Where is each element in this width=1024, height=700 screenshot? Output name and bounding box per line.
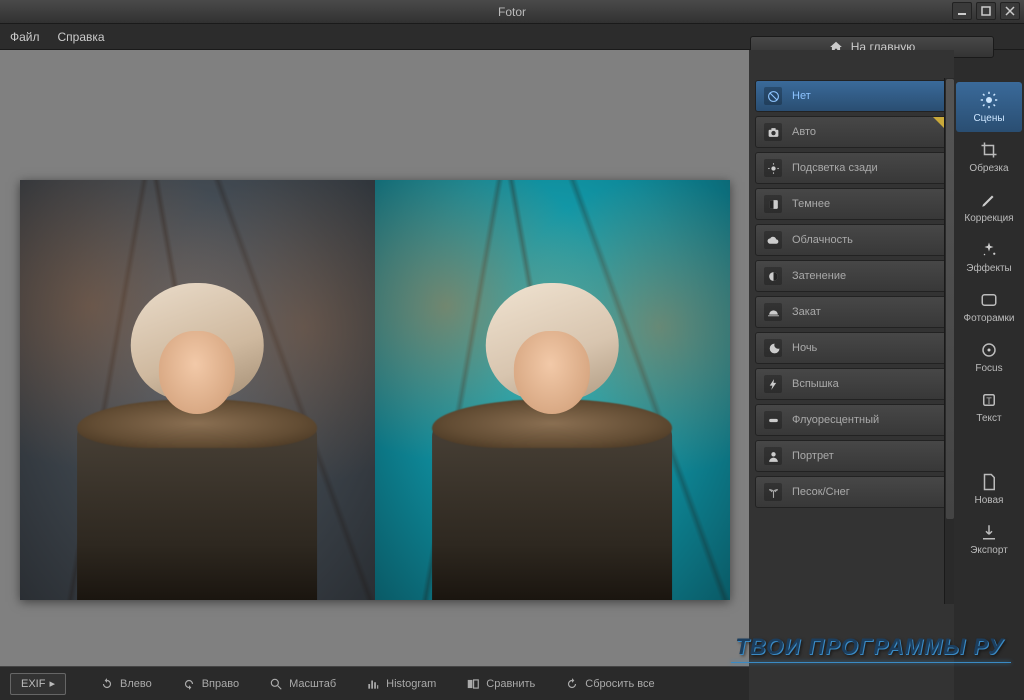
- scene-label: Нет: [792, 90, 811, 102]
- tool-sparkle[interactable]: Эффекты: [956, 232, 1022, 282]
- sparkle-icon: [980, 241, 998, 259]
- app-title: Fotor: [498, 5, 526, 19]
- scene-label: Авто: [792, 126, 816, 138]
- scene-label: Облачность: [792, 234, 853, 246]
- portrait-icon: [767, 450, 780, 463]
- watermark: ТВОИ ПРОГРАММЫ РУ: [735, 634, 1004, 660]
- camera-icon: [767, 126, 780, 139]
- histogram-icon: [366, 677, 380, 691]
- reset-icon: [565, 677, 579, 691]
- scene-item-sunset[interactable]: Закат: [755, 296, 948, 328]
- ban-icon: [767, 90, 780, 103]
- scenes-panel: Нет Авто Подсветка сзади Темнее Облачность За…: [749, 50, 954, 700]
- fluor-icon: [767, 414, 780, 427]
- chevron-right-icon: ▸: [49, 677, 55, 690]
- text-icon: [980, 391, 998, 409]
- scene-item-portrait[interactable]: Портрет: [755, 440, 948, 472]
- scene-item-palm[interactable]: Песок/Снег: [755, 476, 948, 508]
- scene-label: Ночь: [792, 342, 817, 354]
- moon-icon: [767, 342, 780, 355]
- backlight-icon: [767, 162, 780, 175]
- scene-label: Темнее: [792, 198, 830, 210]
- title-bar: Fotor: [0, 0, 1024, 24]
- tool-label: Focus: [975, 363, 1002, 374]
- rotate-left-icon: [100, 677, 114, 691]
- maximize-button[interactable]: [976, 2, 996, 20]
- tool-text[interactable]: Текст: [956, 382, 1022, 432]
- shade-icon: [767, 270, 780, 283]
- bottombar-label: Histogram: [386, 678, 436, 690]
- scene-item-moon[interactable]: Ночь: [755, 332, 948, 364]
- bottombar-label: Вправо: [202, 678, 239, 690]
- scene-label: Вспышка: [792, 378, 839, 390]
- tool-target[interactable]: Focus: [956, 332, 1022, 382]
- bottombar-label: Сравнить: [486, 678, 535, 690]
- menu-file[interactable]: Файл: [10, 30, 40, 44]
- scene-label: Портрет: [792, 450, 834, 462]
- canvas-area: EXIF▸ Влево Вправо Масштаб Histogram Сравнит…: [0, 50, 749, 700]
- scene-label: Закат: [792, 306, 821, 318]
- bottombar-label: Масштаб: [289, 678, 336, 690]
- cloud-icon: [767, 234, 780, 247]
- scene-item-shade[interactable]: Затенение: [755, 260, 948, 292]
- sun-icon: [980, 91, 998, 109]
- scene-item-ban[interactable]: Нет: [755, 80, 948, 112]
- scene-item-camera[interactable]: Авто: [755, 116, 948, 148]
- bottombar-rotate-right[interactable]: Вправо: [178, 677, 243, 691]
- scene-label: Флуоресцентный: [792, 414, 879, 426]
- bottombar-label: Влево: [120, 678, 152, 690]
- rotate-right-icon: [182, 677, 196, 691]
- scene-label: Подсветка сзади: [792, 162, 878, 174]
- scene-item-cloud[interactable]: Облачность: [755, 224, 948, 256]
- scene-item-darken[interactable]: Темнее: [755, 188, 948, 220]
- scene-item-fluor[interactable]: Флуоресцентный: [755, 404, 948, 436]
- tool-label: Фоторамки: [964, 313, 1015, 324]
- tool-sun[interactable]: Сцены: [956, 82, 1022, 132]
- tool-label: Экспорт: [970, 545, 1008, 556]
- tool-label: Текст: [976, 413, 1001, 424]
- bottom-toolbar: EXIF▸ Влево Вправо Масштаб Histogram Сравнит…: [0, 666, 749, 700]
- bottombar-zoom[interactable]: Масштаб: [265, 677, 340, 691]
- scene-label: Затенение: [792, 270, 846, 282]
- bottombar-compare[interactable]: Сравнить: [462, 677, 539, 691]
- photo-after: [375, 180, 730, 600]
- export-icon: [980, 523, 998, 541]
- tool-export[interactable]: Экспорт: [956, 514, 1022, 564]
- photo-before: [20, 180, 375, 600]
- tool-frame[interactable]: Фоторамки: [956, 282, 1022, 332]
- bottombar-label: Сбросить все: [585, 678, 654, 690]
- minimize-button[interactable]: [952, 2, 972, 20]
- scenes-scrollbar[interactable]: [944, 78, 954, 604]
- tool-label: Эффекты: [966, 263, 1011, 274]
- pencil-icon: [980, 191, 998, 209]
- tool-label: Коррекция: [964, 213, 1013, 224]
- doc-icon: [980, 473, 998, 491]
- tool-label: Сцены: [973, 113, 1004, 124]
- exif-button[interactable]: EXIF▸: [10, 673, 66, 695]
- tool-label: Новая: [975, 495, 1004, 506]
- bottombar-histogram[interactable]: Histogram: [362, 677, 440, 691]
- menu-help[interactable]: Справка: [58, 30, 105, 44]
- bottombar-reset[interactable]: Сбросить все: [561, 677, 658, 691]
- close-button[interactable]: [1000, 2, 1020, 20]
- tool-label: Обрезка: [969, 163, 1008, 174]
- compare-icon: [466, 677, 480, 691]
- tool-pencil[interactable]: Коррекция: [956, 182, 1022, 232]
- flash-icon: [767, 378, 780, 391]
- tool-doc[interactable]: Новая: [956, 464, 1022, 514]
- frame-icon: [980, 291, 998, 309]
- tool-crop[interactable]: Обрезка: [956, 132, 1022, 182]
- scene-item-flash[interactable]: Вспышка: [755, 368, 948, 400]
- bottombar-rotate-left[interactable]: Влево: [96, 677, 156, 691]
- crop-icon: [980, 141, 998, 159]
- scene-item-backlight[interactable]: Подсветка сзади: [755, 152, 948, 184]
- zoom-icon: [269, 677, 283, 691]
- target-icon: [980, 341, 998, 359]
- photo-comparison[interactable]: [20, 180, 730, 600]
- tool-strip: Сцены Обрезка Коррекция Эффекты Фоторамки Foc…: [954, 50, 1024, 700]
- darken-icon: [767, 198, 780, 211]
- sunset-icon: [767, 306, 780, 319]
- scene-label: Песок/Снег: [792, 486, 850, 498]
- palm-icon: [767, 486, 780, 499]
